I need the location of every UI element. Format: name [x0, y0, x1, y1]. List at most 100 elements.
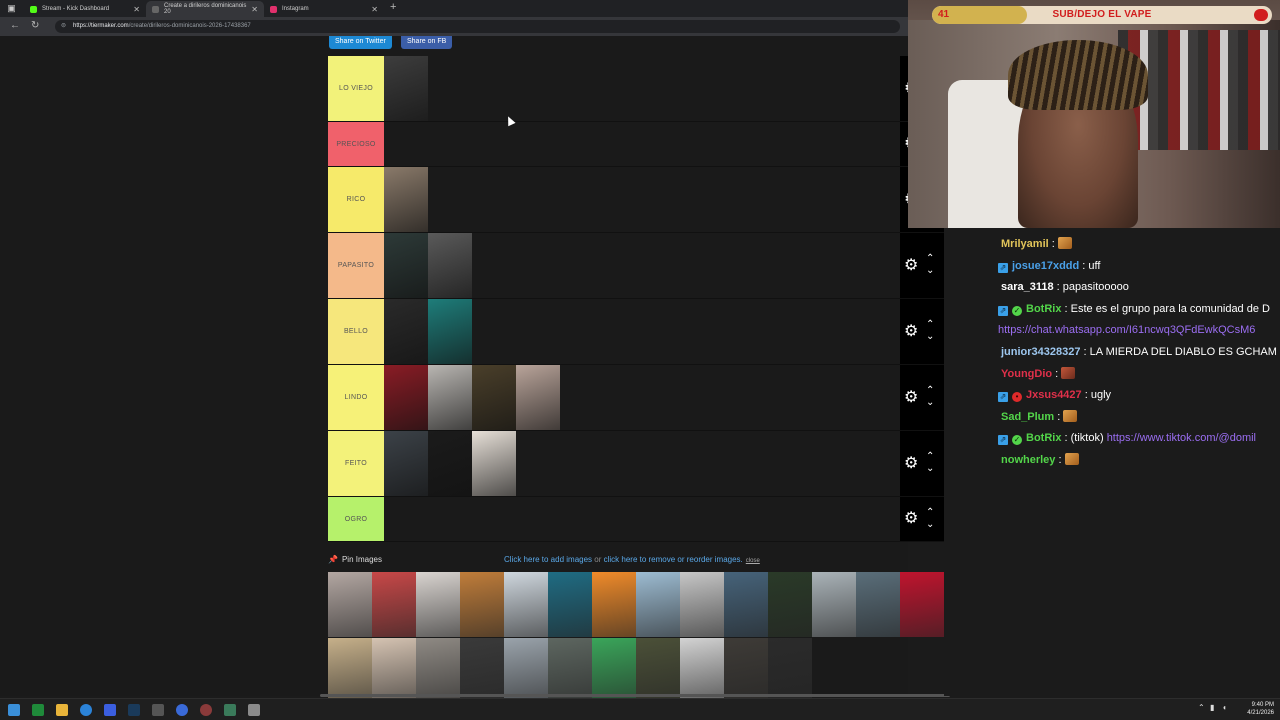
tier-label[interactable]: FEITO	[328, 431, 384, 496]
pool-image[interactable]	[812, 572, 856, 637]
close-tab-icon[interactable]: ✕	[371, 5, 378, 14]
tier-items[interactable]	[384, 299, 900, 364]
chat-username[interactable]: josue17xddd	[1012, 260, 1079, 272]
chat-link[interactable]: https://chat.whatsapp.com/I61ncwq3QFdEwk…	[998, 324, 1255, 336]
horizontal-scrollbar[interactable]	[320, 694, 950, 697]
move-down-icon[interactable]: ⌄	[926, 464, 934, 474]
gear-icon[interactable]: ⚙	[904, 510, 918, 528]
chat-link[interactable]: https://www.tiktok.com/@domil	[1107, 432, 1256, 444]
gear-icon[interactable]: ⚙	[904, 323, 918, 341]
tab-kick-dashboard[interactable]: Stream - Kick Dashboard ✕	[24, 1, 146, 17]
tier-label[interactable]: LO VIEJO	[328, 56, 384, 121]
tier-image[interactable]	[384, 233, 428, 298]
pool-image[interactable]	[768, 572, 812, 637]
pool-image[interactable]	[592, 572, 636, 637]
terminal-icon[interactable]	[32, 704, 44, 716]
tier-image[interactable]	[516, 365, 560, 430]
close-tab-icon[interactable]: ✕	[133, 5, 140, 14]
tier-image[interactable]	[472, 431, 516, 496]
chat-username[interactable]: junior34328327	[1001, 346, 1081, 358]
app-icon-green[interactable]	[224, 704, 236, 716]
tray-volume-icon[interactable]: ◖	[1222, 703, 1227, 712]
site-info-icon[interactable]: ⊜	[61, 20, 66, 33]
move-up-icon[interactable]: ⌃	[926, 254, 934, 264]
tier-image[interactable]	[428, 233, 472, 298]
tier-label[interactable]: PAPASITO	[328, 233, 384, 298]
pool-image[interactable]	[504, 572, 548, 637]
move-down-icon[interactable]: ⌄	[926, 398, 934, 408]
tier-image[interactable]	[428, 365, 472, 430]
move-up-icon[interactable]: ⌃	[926, 320, 934, 330]
chat-username[interactable]: Mrilyamil	[1001, 238, 1049, 250]
tier-image[interactable]	[428, 431, 472, 496]
move-down-icon[interactable]: ⌄	[926, 519, 934, 530]
app-icon-blue[interactable]	[104, 704, 116, 716]
pool-image[interactable]	[372, 572, 416, 637]
chat-username[interactable]: BotRix	[1026, 303, 1061, 315]
system-clock[interactable]: 9:40 PM 4/21/2026	[1247, 701, 1274, 717]
move-down-icon[interactable]: ⌄	[926, 332, 934, 342]
file-explorer-icon[interactable]	[56, 704, 68, 716]
gear-icon[interactable]: ⚙	[904, 389, 918, 407]
pool-image[interactable]	[416, 572, 460, 637]
tier-image[interactable]	[384, 365, 428, 430]
chat-username[interactable]: nowherley	[1001, 454, 1055, 466]
pool-image[interactable]	[636, 572, 680, 637]
tray-network-icon[interactable]: ▮	[1210, 703, 1214, 712]
chat-username[interactable]: YoungDio	[1001, 368, 1052, 380]
tier-label[interactable]: LINDO	[328, 365, 384, 430]
pin-icon[interactable]: 📌	[328, 555, 338, 564]
gear-icon[interactable]: ⚙	[904, 257, 918, 275]
tier-items[interactable]	[384, 167, 900, 232]
pool-image[interactable]	[900, 572, 944, 637]
tier-image[interactable]	[384, 56, 428, 121]
tier-image[interactable]	[384, 299, 428, 364]
move-down-icon[interactable]: ⌄	[926, 266, 934, 276]
tier-label[interactable]: OGRO	[328, 497, 384, 541]
app-icon-light[interactable]	[248, 704, 260, 716]
tier-label[interactable]: RICO	[328, 167, 384, 232]
gear-icon[interactable]: ⚙	[904, 455, 918, 473]
back-arrow-icon[interactable]: ←	[10, 20, 20, 31]
tier-items[interactable]	[384, 431, 900, 496]
pool-image[interactable]	[460, 572, 504, 637]
obs-icon[interactable]	[200, 704, 212, 716]
pool-image[interactable]	[680, 572, 724, 637]
share-fb-button[interactable]: Share on FB	[401, 36, 453, 49]
remove-reorder-link[interactable]: click here to remove or reorder images.	[604, 555, 743, 564]
pool-image[interactable]	[724, 572, 768, 637]
chat-username[interactable]: Jxsus4427	[1026, 389, 1082, 401]
pool-image[interactable]	[856, 572, 900, 637]
tier-image[interactable]	[472, 365, 516, 430]
app-icon-round[interactable]	[176, 704, 188, 716]
tab-tiermaker[interactable]: Create a dirileros dominicanois 20 ✕	[146, 1, 264, 17]
window-menu-icon[interactable]: ▣	[6, 3, 17, 14]
steam-icon[interactable]	[128, 704, 140, 716]
chat-username[interactable]: sara_3118	[1001, 281, 1054, 293]
move-up-icon[interactable]: ⌃	[926, 507, 934, 518]
address-bar[interactable]: ⊜ https://tiermaker.com/create/dirileros…	[55, 20, 900, 33]
tier-image[interactable]	[384, 167, 428, 232]
tier-items[interactable]	[384, 122, 900, 166]
pool-image[interactable]	[548, 572, 592, 637]
start-icon[interactable]	[8, 704, 20, 716]
tier-items[interactable]	[384, 56, 900, 121]
reload-icon[interactable]: ↻	[31, 20, 39, 31]
add-images-link[interactable]: Click here to add images	[504, 555, 592, 564]
pool-image[interactable]	[328, 572, 372, 637]
chrome-icon[interactable]	[80, 704, 92, 716]
tier-items[interactable]	[384, 233, 900, 298]
pin-images-label[interactable]: Pin Images	[342, 555, 382, 564]
share-twitter-button[interactable]: Share on Twitter	[329, 36, 392, 49]
tier-label[interactable]: BELLO	[328, 299, 384, 364]
tier-items[interactable]	[384, 497, 900, 541]
chat-username[interactable]: BotRix	[1026, 432, 1061, 444]
tab-instagram[interactable]: Instagram ✕	[264, 1, 384, 17]
close-tab-icon[interactable]: ✕	[251, 5, 258, 14]
chat-username[interactable]: Sad_Plum	[1001, 411, 1054, 423]
tier-label[interactable]: PRECIOSO	[328, 122, 384, 166]
tier-items[interactable]	[384, 365, 900, 430]
move-up-icon[interactable]: ⌃	[926, 386, 934, 396]
app-icon-gray[interactable]	[152, 704, 164, 716]
new-tab-icon[interactable]: +	[390, 1, 396, 13]
